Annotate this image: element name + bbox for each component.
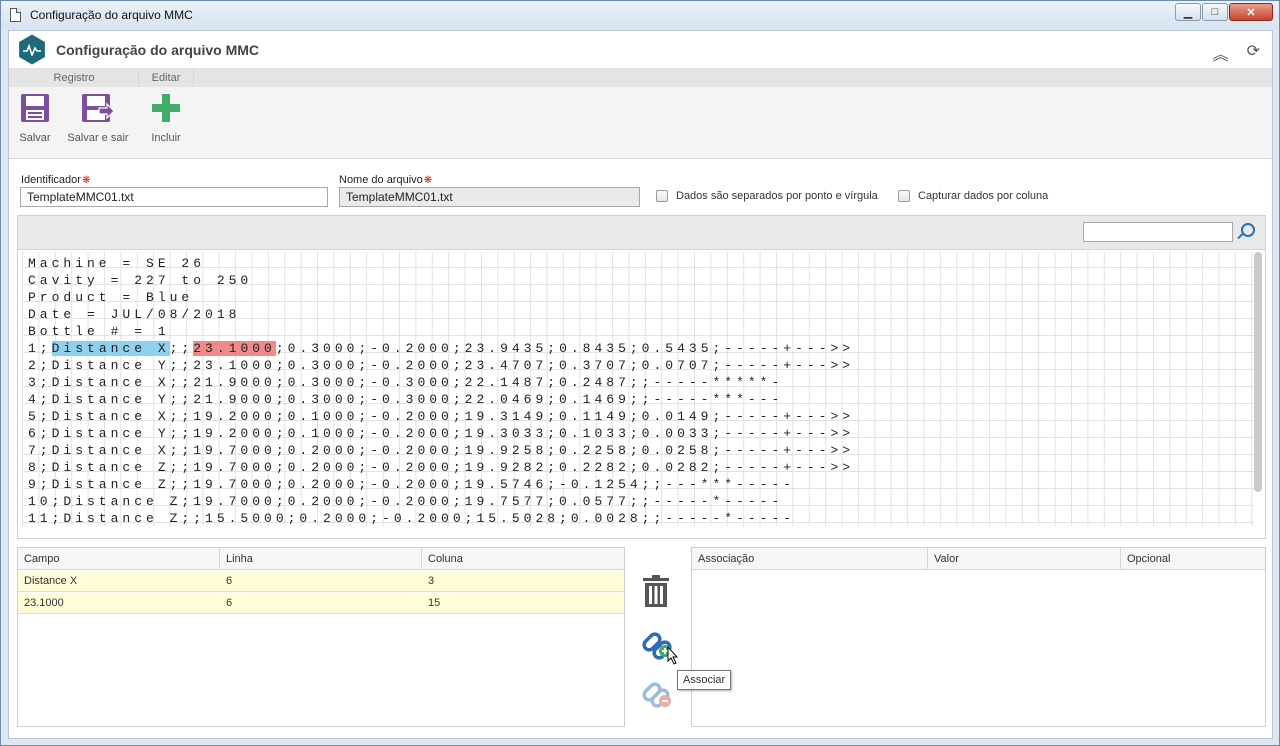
- selected-field-highlight[interactable]: Distance X: [51, 341, 170, 356]
- file-line[interactable]: 7;Distance X;;19.7000;0.2000;-0.2000;19.…: [28, 442, 854, 459]
- table-row[interactable]: Distance X 6 3: [18, 571, 624, 592]
- file-line[interactable]: Date = JUL/08/2018: [28, 306, 240, 323]
- required-icon: ❋: [81, 175, 91, 186]
- column-header-associacao[interactable]: Associação: [692, 548, 928, 570]
- file-line[interactable]: 4;Distance Y;;21.9000;0.3000;-0.3000;22.…: [28, 391, 783, 408]
- search-icon[interactable]: [1241, 223, 1255, 237]
- add-label: Incluir: [151, 132, 181, 144]
- file-line[interactable]: Bottle # = 1: [28, 323, 170, 340]
- add-button[interactable]: Incluir: [149, 93, 183, 144]
- floppy-disk-icon: [21, 94, 49, 122]
- file-line[interactable]: 5;Distance X;;19.2000;0.1000;-0.2000;19.…: [28, 408, 854, 425]
- minimize-button[interactable]: ▁: [1175, 3, 1201, 21]
- save-label: Salvar: [19, 132, 51, 144]
- double-chevron-up-icon[interactable]: ︽: [1213, 41, 1229, 65]
- vertical-scrollbar[interactable]: [1254, 252, 1262, 492]
- identifier-input[interactable]: TemplateMMC01.txt: [20, 187, 328, 207]
- file-preview-toolbar: [18, 216, 1265, 250]
- cell-linha: 6: [226, 575, 233, 587]
- ribbon-group-labels: Registro Editar: [9, 69, 1272, 87]
- filename-input: TemplateMMC01.txt: [339, 187, 640, 207]
- file-line[interactable]: Product = Blue: [28, 289, 193, 306]
- file-line[interactable]: 11;Distance Z;;15.5000;0.2000;-0.2000;15…: [28, 510, 795, 526]
- delete-button[interactable]: [643, 575, 669, 610]
- maximize-button[interactable]: □: [1202, 3, 1228, 21]
- save-button[interactable]: Salvar: [17, 93, 53, 144]
- minimize-icon: ▁: [1183, 6, 1193, 19]
- maximize-icon: □: [1211, 6, 1219, 18]
- associate-button[interactable]: [641, 627, 685, 670]
- refresh-icon[interactable]: ⟳: [1247, 41, 1260, 65]
- save-and-exit-button[interactable]: Salvar e sair: [65, 93, 131, 144]
- file-line[interactable]: 1;Distance X;;23.1000;0.3000;-0.2000;23.…: [28, 340, 854, 357]
- checkbox-icon: [898, 190, 910, 202]
- file-line[interactable]: Cavity = 227 to 250: [28, 272, 252, 289]
- filename-label: Nome do arquivo❋: [339, 174, 433, 186]
- file-line[interactable]: 10;Distance Z;19.7000;0.2000;-0.2000;19.…: [28, 493, 783, 510]
- identifier-label: Identificador❋: [21, 174, 91, 186]
- close-icon: ✕: [1246, 6, 1256, 19]
- floppy-disk-exit-icon: [82, 94, 115, 122]
- page-title: Configuração do arquivo MMC: [56, 41, 259, 58]
- associate-tooltip: Associar: [677, 670, 732, 690]
- required-icon: ❋: [423, 175, 433, 186]
- semicolon-checkbox[interactable]: Dados são separados por ponto e vírgula: [656, 190, 878, 202]
- column-header-campo[interactable]: Campo: [18, 548, 220, 570]
- column-header-coluna[interactable]: Coluna: [422, 548, 624, 570]
- column-header-opcional[interactable]: Opcional: [1121, 548, 1265, 570]
- window-titlebar: Configuração do arquivo MMC ▁ □ ✕: [1, 1, 1279, 29]
- file-line[interactable]: 9;Distance Z;;19.7000;0.2000;-0.2000;19.…: [28, 476, 795, 493]
- checkbox-icon: [656, 190, 668, 202]
- app-logo-icon: [19, 34, 45, 65]
- page-header: Configuração do arquivo MMC ︽ ⟳: [9, 31, 1272, 69]
- trash-icon: [643, 575, 669, 607]
- file-line[interactable]: Machine = SE 26: [28, 255, 205, 272]
- selected-value-highlight[interactable]: 23.1000: [193, 341, 276, 356]
- column-capture-checkbox[interactable]: Capturar dados por coluna: [898, 190, 1048, 202]
- column-header-valor[interactable]: Valor: [928, 548, 1121, 570]
- ribbon-toolbar: Salvar Salvar e sair Incluir: [9, 87, 1272, 159]
- close-button[interactable]: ✕: [1229, 3, 1273, 21]
- link-remove-icon: [642, 682, 671, 708]
- file-line[interactable]: 2;Distance Y;;23.1000;0.3000;-0.2000;23.…: [28, 357, 854, 374]
- file-line[interactable]: 6;Distance Y;;19.2000;0.1000;-0.2000;19.…: [28, 425, 854, 442]
- application-window: Configuração do arquivo MMC ▁ □ ✕ Config…: [0, 0, 1280, 746]
- search-input[interactable]: [1083, 222, 1233, 242]
- document-icon: [10, 8, 21, 22]
- save-and-exit-label: Salvar e sair: [67, 132, 129, 144]
- plus-icon: [152, 94, 180, 122]
- cell-campo: Distance X: [24, 575, 78, 587]
- disassociate-button[interactable]: [641, 677, 675, 714]
- cell-linha: 6: [226, 597, 233, 609]
- cell-coluna: 3: [428, 575, 435, 587]
- ribbon-group-editar: Editar: [139, 69, 193, 87]
- window-title: Configuração do arquivo MMC: [30, 8, 193, 22]
- form-fields: Identificador❋ TemplateMMC01.txt Nome do…: [9, 160, 1272, 210]
- column-capture-checkbox-label: Capturar dados por coluna: [918, 190, 1049, 202]
- file-line[interactable]: 8;Distance Z;;19.7000;0.2000;-0.2000;19.…: [28, 459, 854, 476]
- file-content-grid[interactable]: Machine = SE 26 Cavity = 227 to 250 Produc…: [22, 252, 1254, 526]
- association-table: Associação Valor Opcional: [691, 547, 1266, 727]
- client-area: Configuração do arquivo MMC ︽ ⟳ Registro…: [8, 30, 1273, 739]
- table-row[interactable]: 23.1000 6 15: [18, 593, 624, 614]
- file-preview-panel: Machine = SE 26 Cavity = 227 to 250 Produc…: [17, 215, 1266, 539]
- ribbon-group-registro: Registro: [9, 69, 139, 87]
- cell-campo: 23.1000: [24, 597, 64, 609]
- semicolon-checkbox-label: Dados são separados por ponto e vírgula: [676, 190, 878, 202]
- file-line[interactable]: 3;Distance X;;21.9000;0.3000;-0.3000;22.…: [28, 374, 783, 391]
- fields-table: Campo Linha Coluna Distance X 6 3 23.100…: [17, 547, 625, 727]
- link-add-icon: [642, 632, 679, 665]
- cell-coluna: 15: [428, 597, 441, 609]
- column-header-linha[interactable]: Linha: [220, 548, 422, 570]
